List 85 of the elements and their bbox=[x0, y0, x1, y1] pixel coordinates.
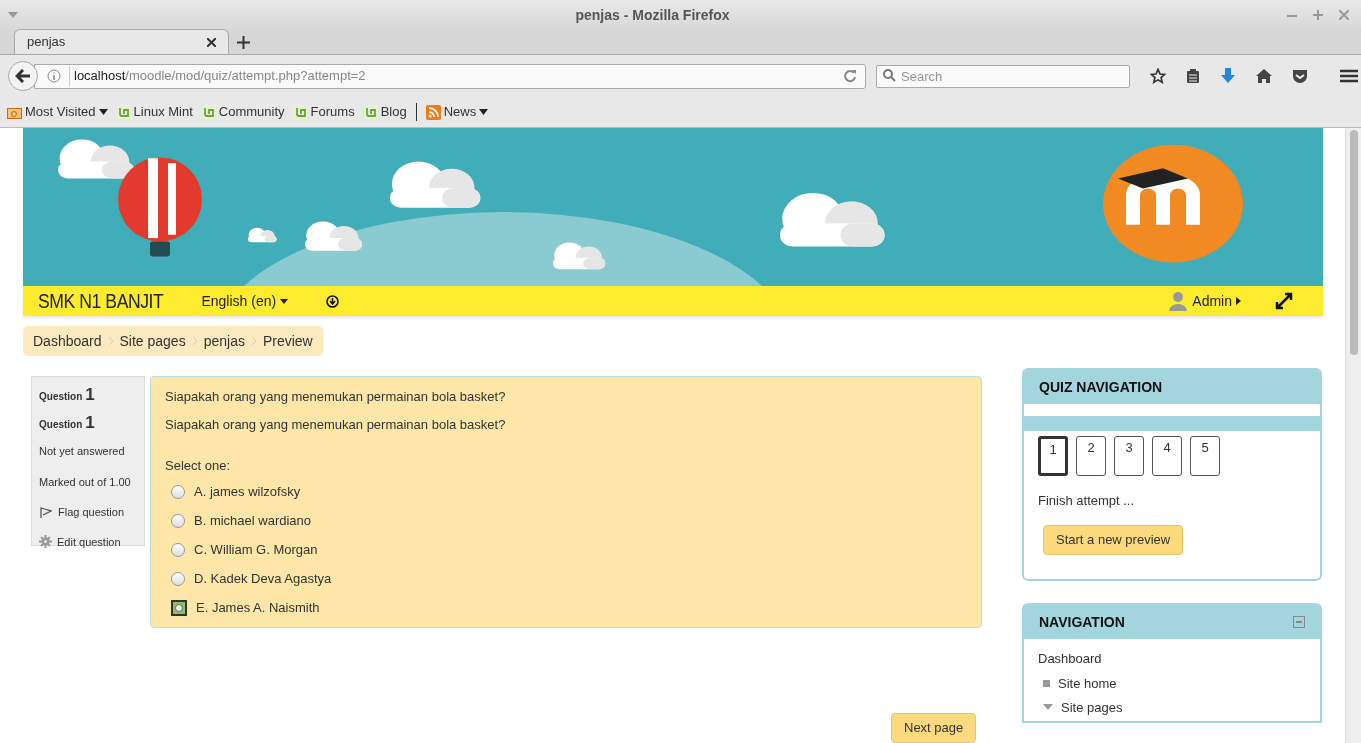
question-text: Siapakah orang yang menemukan permainan bola basket? bbox=[165, 388, 507, 406]
breadcrumb-link[interactable]: Dashboard bbox=[33, 330, 102, 352]
address-field[interactable]: localhost/moodle/mod/quiz/attempt.php?attempt=2 bbox=[34, 63, 866, 89]
leaf-logo-icon bbox=[116, 105, 131, 119]
nav-item[interactable]: Dashboard bbox=[1038, 649, 1306, 669]
back-button[interactable] bbox=[8, 61, 38, 91]
bookmark-item[interactable]: Blog bbox=[363, 102, 407, 122]
bullet-icon bbox=[1043, 679, 1050, 687]
breadcrumb-link[interactable]: Preview bbox=[262, 330, 313, 352]
star-icon[interactable] bbox=[1150, 68, 1166, 84]
pocket-icon[interactable] bbox=[1292, 68, 1308, 84]
page-button[interactable]: 3 bbox=[1114, 436, 1144, 476]
reading-list-icon[interactable] bbox=[1186, 68, 1200, 84]
question-text: Siapakah orang yang menemukan permainan bola basket? bbox=[165, 415, 507, 434]
maximize-icon[interactable] bbox=[1313, 10, 1323, 20]
radio-button[interactable] bbox=[171, 513, 185, 528]
question-number: Question 1 bbox=[39, 413, 96, 434]
answer-option[interactable]: A. james wilzofsky bbox=[171, 481, 967, 502]
nav-item[interactable]: Site pages bbox=[1043, 698, 1306, 718]
search-field[interactable]: Search bbox=[876, 65, 1130, 88]
question-number: Question 1 bbox=[39, 385, 96, 406]
collapse-icon[interactable] bbox=[1293, 616, 1305, 628]
flag-icon bbox=[39, 505, 52, 519]
bookmark-item[interactable]: Forums bbox=[293, 102, 355, 122]
block-title: QUIZ NAVIGATION bbox=[1039, 377, 1163, 397]
bookmark-item[interactable]: News bbox=[425, 102, 489, 122]
breadcrumb-link[interactable]: Site pages bbox=[119, 330, 186, 352]
dropdown-caret-icon bbox=[98, 109, 108, 115]
page-button[interactable]: 1 bbox=[1038, 436, 1068, 476]
leaf-logo-icon bbox=[293, 105, 308, 119]
question-mark: Marked out of 1.00 bbox=[39, 474, 132, 490]
answer-option[interactable]: D. Kadek Deva Agastya bbox=[171, 568, 967, 589]
chevron-icon bbox=[191, 336, 198, 346]
download-circle-icon[interactable] bbox=[326, 294, 340, 308]
reload-icon[interactable] bbox=[843, 69, 857, 83]
site-name[interactable]: SMK N1 BANJIT bbox=[38, 286, 164, 316]
answer-option[interactable]: B. michael wardiano bbox=[171, 510, 967, 531]
back-arrow-icon bbox=[15, 69, 31, 83]
expanded-caret-icon bbox=[1043, 704, 1053, 712]
caret-icon bbox=[1236, 297, 1241, 305]
bookmark-item[interactable]: Most Visited bbox=[7, 102, 108, 122]
scrollbar[interactable] bbox=[1345, 128, 1361, 743]
browser-tab[interactable]: penjas bbox=[14, 29, 229, 54]
question-status: Not yet answered bbox=[39, 444, 126, 459]
flag-question-link[interactable]: Flag question bbox=[39, 504, 137, 521]
close-icon[interactable] bbox=[207, 37, 216, 47]
radio-button[interactable] bbox=[171, 599, 187, 616]
language-menu[interactable]: English (en) bbox=[201, 290, 289, 312]
caret-icon bbox=[280, 298, 289, 304]
window-title: penjas - Mozilla Firefox bbox=[574, 5, 731, 25]
answer-option[interactable]: E. James A. Naismith bbox=[171, 597, 967, 618]
finish-attempt-link[interactable]: Finish attempt ... bbox=[1024, 491, 1320, 511]
select-prompt: Select one: bbox=[165, 457, 232, 475]
folder-icon bbox=[7, 105, 22, 119]
search-icon bbox=[883, 69, 896, 82]
window-menu-icon[interactable] bbox=[8, 12, 18, 18]
bookmark-item[interactable]: Linux Mint bbox=[116, 102, 193, 122]
page-button[interactable]: 4 bbox=[1152, 436, 1182, 476]
user-menu[interactable]: Admin bbox=[1168, 290, 1241, 312]
chevron-icon bbox=[107, 336, 114, 346]
home-icon[interactable] bbox=[1256, 68, 1272, 84]
menu-icon[interactable] bbox=[1340, 69, 1358, 83]
block-title: NAVIGATION bbox=[1039, 612, 1125, 632]
new-tab-icon[interactable] bbox=[237, 36, 250, 49]
page-button[interactable]: 2 bbox=[1076, 436, 1106, 476]
breadcrumb-link[interactable]: penjas bbox=[203, 330, 245, 352]
page-button[interactable]: 5 bbox=[1190, 436, 1220, 476]
answer-option[interactable]: C. William G. Morgan bbox=[171, 539, 967, 560]
radio-button[interactable] bbox=[171, 542, 185, 557]
edit-question-link[interactable]: Edit question bbox=[39, 533, 137, 550]
next-page-button[interactable]: Next page bbox=[891, 713, 977, 743]
bookmark-item[interactable]: Community bbox=[201, 102, 285, 122]
info-icon[interactable] bbox=[47, 69, 61, 83]
dropdown-caret-icon bbox=[479, 109, 489, 115]
leaf-logo-icon bbox=[363, 105, 378, 119]
download-icon[interactable] bbox=[1220, 68, 1236, 84]
feed-icon bbox=[425, 104, 441, 120]
nav-item[interactable]: Site home bbox=[1043, 673, 1306, 693]
chevron-icon bbox=[250, 336, 257, 346]
start-preview-button[interactable]: Start a new preview bbox=[1043, 524, 1184, 555]
fullscreen-icon[interactable] bbox=[1275, 292, 1293, 310]
radio-button[interactable] bbox=[171, 484, 185, 499]
user-avatar-icon bbox=[1168, 291, 1189, 311]
radio-button[interactable] bbox=[171, 571, 185, 586]
leaf-logo-icon bbox=[201, 105, 216, 119]
